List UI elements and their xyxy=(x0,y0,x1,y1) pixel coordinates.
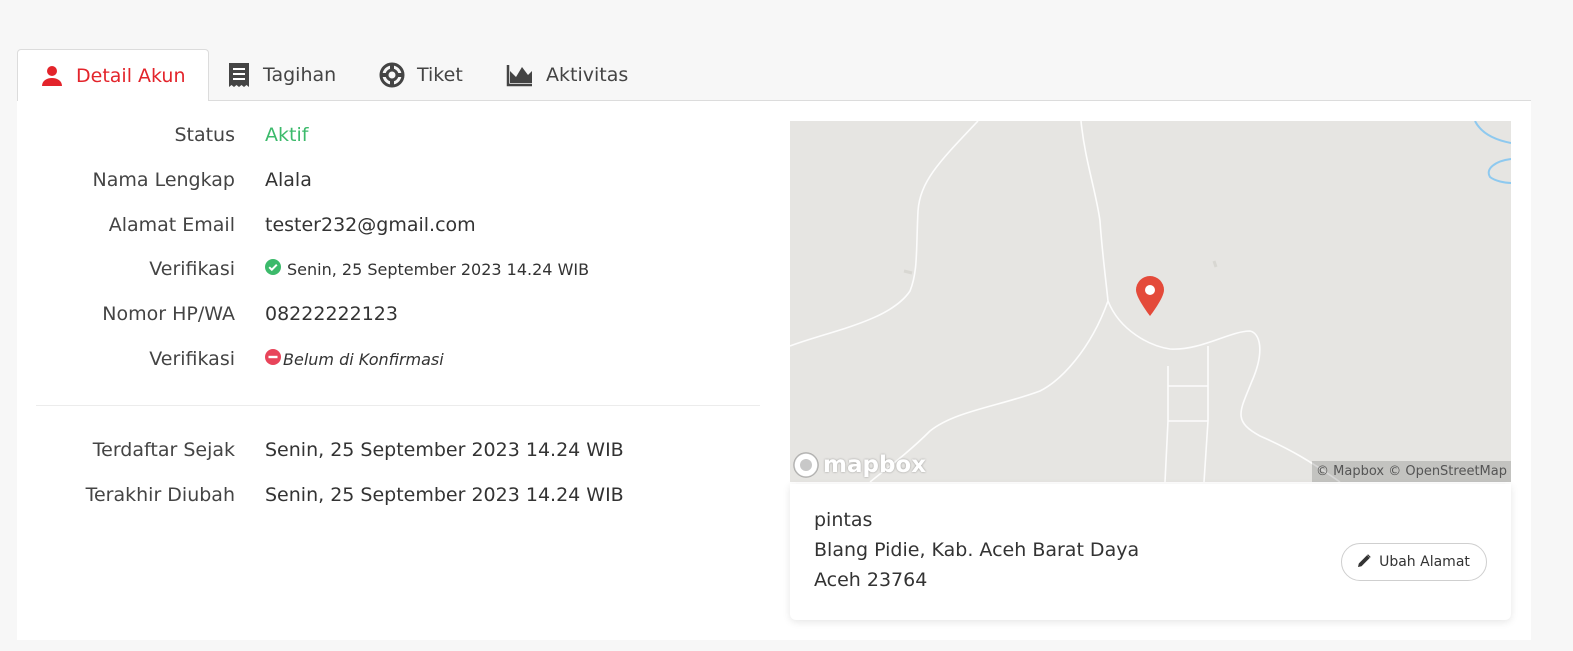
name-value: Alala xyxy=(265,169,312,191)
mapbox-logo[interactable]: mapbox xyxy=(792,451,926,479)
updated-row: Terakhir Diubah Senin, 25 September 2023… xyxy=(17,480,624,510)
tab-tiket[interactable]: Tiket xyxy=(357,49,485,101)
phone-verification-row: Verifikasi Belum di Konfirmasi xyxy=(17,344,444,374)
check-circle-icon xyxy=(265,259,281,279)
address-line-3: Aceh 23764 xyxy=(814,569,928,591)
status-row: Status Aktif xyxy=(17,120,308,150)
location-map[interactable]: mapbox © Mapbox © OpenStreetMap xyxy=(790,121,1511,482)
email-verification-row: Verifikasi Senin, 25 September 2023 14.2… xyxy=(17,254,589,284)
registered-row: Terdaftar Sejak Senin, 25 September 2023… xyxy=(17,435,624,465)
registered-value: Senin, 25 September 2023 14.24 WIB xyxy=(265,439,624,461)
phone-row: Nomor HP/WA 08222222123 xyxy=(17,299,398,329)
status-label: Status xyxy=(174,124,235,146)
name-row: Nama Lengkap Alala xyxy=(17,165,312,195)
email-value: tester232@gmail.com xyxy=(265,214,476,236)
status-value: Aktif xyxy=(265,124,309,146)
phone-verification-value: Belum di Konfirmasi xyxy=(265,349,444,369)
email-label: Alamat Email xyxy=(108,214,235,236)
minus-circle-icon xyxy=(265,349,281,369)
edit-address-button[interactable]: Ubah Alamat xyxy=(1341,543,1487,581)
phone-value: 08222222123 xyxy=(265,303,398,325)
email-row: Alamat Email tester232@gmail.com xyxy=(17,210,476,240)
phone-verification-label: Verifikasi xyxy=(149,348,235,370)
tab-label: Tagihan xyxy=(263,64,337,86)
map-pin-icon[interactable] xyxy=(1136,276,1164,320)
account-tabs: Detail Akun Tagihan Tiket Aktivitas xyxy=(17,49,1531,102)
account-detail-panel: Status Aktif Nama Lengkap Alala Alamat E… xyxy=(17,101,1531,640)
map-attribution[interactable]: © Mapbox © OpenStreetMap xyxy=(1312,461,1511,482)
tab-detail-akun[interactable]: Detail Akun xyxy=(17,49,209,102)
email-verification-label: Verifikasi xyxy=(149,258,235,280)
address-line-2: Blang Pidie, Kab. Aceh Barat Daya xyxy=(814,539,1140,561)
address-line-1: pintas xyxy=(814,509,873,531)
receipt-icon xyxy=(227,62,251,88)
registered-label: Terdaftar Sejak xyxy=(92,439,235,461)
updated-label: Terakhir Diubah xyxy=(85,484,235,506)
area-chart-icon xyxy=(506,63,534,87)
edit-address-label: Ubah Alamat xyxy=(1379,554,1470,570)
phone-label: Nomor HP/WA xyxy=(102,303,235,325)
mapbox-logo-icon xyxy=(793,452,819,478)
user-icon xyxy=(40,64,64,88)
address-card: pintas Blang Pidie, Kab. Aceh Barat Daya… xyxy=(790,484,1511,620)
tab-aktivitas[interactable]: Aktivitas xyxy=(484,49,650,101)
lifebuoy-icon xyxy=(379,62,405,88)
mapbox-logo-text: mapbox xyxy=(823,452,927,478)
email-verified-date: Senin, 25 September 2023 14.24 WIB xyxy=(287,259,590,279)
pencil-icon xyxy=(1358,553,1371,571)
divider xyxy=(36,405,760,406)
updated-value: Senin, 25 September 2023 14.24 WIB xyxy=(265,484,624,506)
tab-label: Detail Akun xyxy=(76,64,186,87)
phone-unconfirmed-text: Belum di Konfirmasi xyxy=(283,349,444,369)
email-verification-value: Senin, 25 September 2023 14.24 WIB xyxy=(265,259,589,279)
tab-label: Aktivitas xyxy=(546,64,629,86)
tab-tagihan[interactable]: Tagihan xyxy=(205,49,358,101)
name-label: Nama Lengkap xyxy=(92,169,235,191)
tab-label: Tiket xyxy=(417,64,463,86)
